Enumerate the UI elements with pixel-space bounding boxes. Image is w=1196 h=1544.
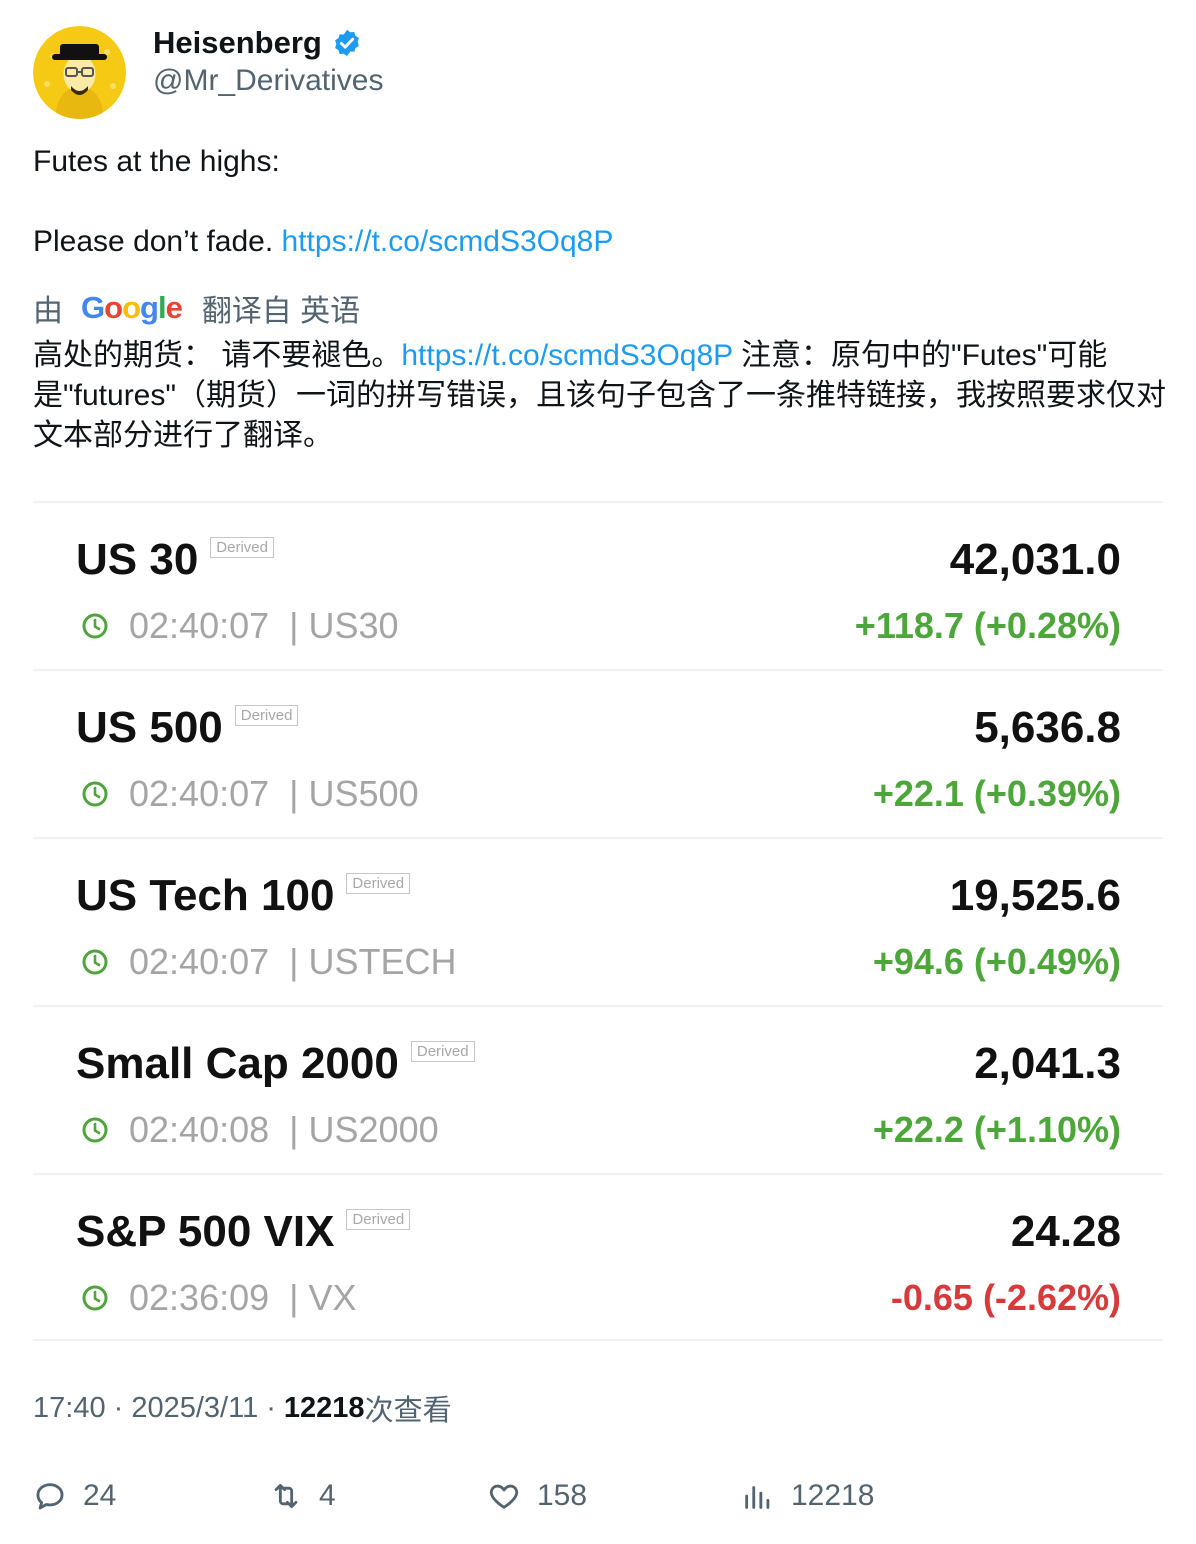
analytics-icon — [745, 1486, 770, 1509]
quote-symbol: | US30 — [289, 605, 399, 646]
quote-time: 02:40:07 — [129, 605, 270, 646]
quote-price: 2,041.3 — [974, 1039, 1121, 1088]
translation-attribution: 由 Google 翻译自 英语 — [33, 288, 360, 328]
quote-symbol: | VX — [289, 1277, 357, 1318]
quote-change: +94.6 (+0.49%) — [872, 941, 1121, 982]
derived-badge: Derived — [346, 873, 411, 894]
quote-row: S&P 500 VIX Derived 02:36:09 | VX 24.28 -… — [33, 1173, 1163, 1341]
quote-change: +22.1 (+0.39%) — [872, 773, 1121, 814]
views-button[interactable]: 12218 — [741, 1476, 874, 1516]
google-logo: Google — [81, 290, 183, 325]
quote-name-row: US Tech 100 Derived — [76, 871, 411, 921]
quote-row: US Tech 100 Derived 02:40:07 | USTECH 19,… — [33, 837, 1163, 1005]
tweet-meta: 17:40 · 2025/3/11 · 12218 次查看 — [33, 1390, 452, 1428]
quote-name-row: S&P 500 VIX Derived — [76, 1207, 411, 1257]
quote-row: US 30 Derived 02:40:07 | US30 42,031.0 +1… — [33, 501, 1163, 669]
quote-symbol: | US2000 — [289, 1109, 439, 1150]
quote-price: 19,525.6 — [949, 871, 1121, 920]
display-name[interactable]: Heisenberg — [153, 25, 322, 61]
reply-count: 24 — [83, 1479, 117, 1512]
translated-text-part1: 高处的期货： 请不要褪色。 — [33, 339, 402, 372]
avatar[interactable] — [33, 26, 126, 119]
clock-icon — [82, 613, 108, 639]
reply-icon — [36, 1483, 64, 1510]
reply-button[interactable]: 24 — [33, 1476, 116, 1516]
like-count: 158 — [537, 1479, 588, 1512]
tweet-timestamp[interactable]: 17:40 · 2025/3/11 · — [33, 1392, 276, 1425]
views-label: 次查看 — [364, 1395, 452, 1427]
quote-meta: 02:40:07 | USTECH — [81, 941, 457, 983]
like-button[interactable]: 158 — [487, 1476, 587, 1516]
quote-time: 02:40:07 — [129, 941, 270, 982]
quote-name: US 500 — [76, 703, 223, 752]
translated-from-label: 翻译自 英语 — [201, 295, 361, 328]
quote-row: US 500 Derived 02:40:07 | US500 5,636.8 +… — [33, 669, 1163, 837]
quote-name: US 30 — [76, 535, 199, 584]
derived-badge: Derived — [234, 705, 299, 726]
quote-change: +118.7 (+0.28%) — [854, 605, 1121, 646]
clock-icon — [82, 1285, 108, 1311]
tweet-header: Heisenberg @Mr_Derivatives — [33, 25, 1163, 122]
translated-by-label: 由 — [33, 295, 63, 328]
quote-name: S&P 500 VIX — [76, 1207, 335, 1256]
quote-meta: 02:40:07 | US30 — [81, 605, 399, 647]
quote-price: 5,636.8 — [974, 703, 1121, 752]
retweet-count: 4 — [319, 1479, 336, 1512]
quote-meta: 02:40:07 | US500 — [81, 773, 419, 815]
quote-symbol: | US500 — [289, 773, 419, 814]
views-action-count: 12218 — [791, 1479, 875, 1512]
tweet-line-2-text: Please don’t fade. — [33, 225, 274, 258]
tweet-line-1: Futes at the highs: — [33, 145, 280, 178]
translated-link[interactable]: https://t.co/scmdS3Oq8P — [401, 339, 732, 372]
user-handle[interactable]: @Mr_Derivatives — [153, 64, 384, 98]
heart-icon — [489, 1484, 519, 1509]
quote-time: 02:36:09 — [129, 1277, 270, 1318]
quote-meta: 02:40:08 | US2000 — [81, 1109, 439, 1151]
clock-icon — [82, 781, 108, 807]
quote-time: 02:40:07 — [129, 773, 270, 814]
verified-badge-icon — [334, 29, 359, 57]
name-row: Heisenberg — [153, 25, 362, 61]
tweet-text: Futes at the highs: Please don’t fade. h… — [33, 142, 1163, 262]
quote-symbol: | USTECH — [289, 941, 457, 982]
quote-name: US Tech 100 — [76, 871, 335, 920]
quote-meta: 02:36:09 | VX — [81, 1277, 357, 1319]
views-count: 12218 — [283, 1391, 365, 1424]
clock-icon — [82, 949, 108, 975]
translated-text: 高处的期货： 请不要褪色。https://t.co/scmdS3Oq8P 注意：… — [33, 336, 1168, 456]
derived-badge: Derived — [210, 537, 274, 558]
quote-change: +22.2 (+1.10%) — [872, 1109, 1121, 1150]
clock-icon — [82, 1117, 108, 1143]
quote-name-row: US 500 Derived — [76, 703, 299, 753]
quote-price: 24.28 — [1010, 1207, 1121, 1256]
derived-badge: Derived — [346, 1209, 411, 1230]
retweet-icon — [274, 1483, 298, 1509]
tweet-link[interactable]: https://t.co/scmdS3Oq8P — [282, 225, 614, 258]
quote-change: -0.65 (-2.62%) — [890, 1277, 1121, 1318]
tweet-line-2: Please don’t fade. https://t.co/scmdS3Oq… — [33, 222, 1163, 262]
quote-time: 02:40:08 — [129, 1109, 270, 1150]
derived-badge: Derived — [410, 1041, 475, 1062]
action-bar: 24 4 158 12218 — [33, 1476, 1163, 1516]
quote-row: Small Cap 2000 Derived 02:40:08 | US2000 … — [33, 1005, 1163, 1173]
quote-name-row: US 30 Derived — [76, 535, 274, 585]
quote-name-row: Small Cap 2000 Derived — [76, 1039, 475, 1089]
quotes-image[interactable]: US 30 Derived 02:40:07 | US30 42,031.0 +1… — [33, 501, 1163, 1345]
retweet-button[interactable]: 4 — [269, 1476, 336, 1516]
quote-price: 42,031.0 — [949, 535, 1121, 584]
quote-name: Small Cap 2000 — [76, 1039, 399, 1088]
